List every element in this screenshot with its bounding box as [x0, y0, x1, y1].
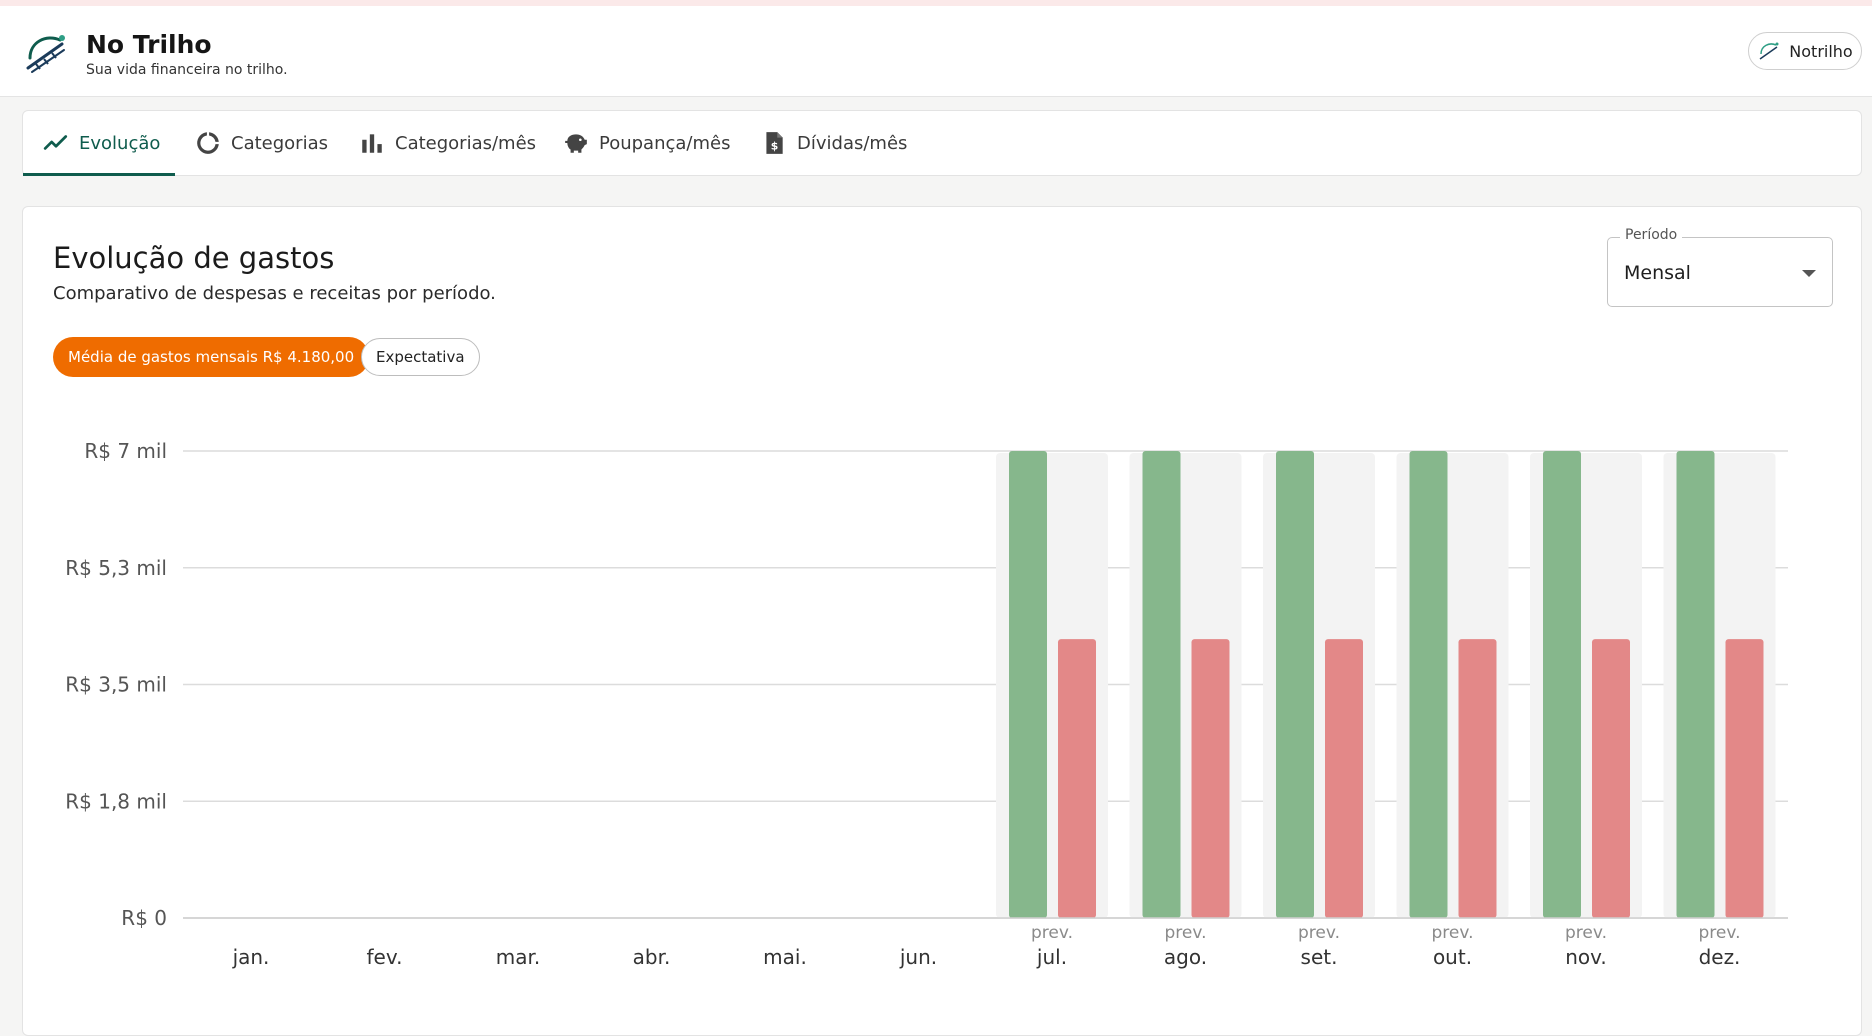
piggy-bank-icon [565, 134, 587, 153]
income-bar [1276, 451, 1314, 918]
forecast-label: prev. [1164, 923, 1206, 943]
income-bar [1409, 451, 1448, 918]
income-bar [1009, 451, 1047, 918]
expense-bar [1458, 639, 1497, 918]
tab-evolucao[interactable]: Evolução [43, 111, 160, 175]
x-tick-label: mai. [763, 945, 807, 969]
income-bar [1676, 451, 1715, 918]
tab-dividas-mes[interactable]: $ Dívidas/mês [761, 111, 907, 175]
user-label: Notrilho [1789, 41, 1853, 61]
expense-bar [1058, 639, 1096, 918]
x-tick-label: mar. [496, 945, 540, 969]
active-tab-indicator [23, 173, 175, 176]
x-tick-label: jun. [899, 945, 937, 969]
tab-poupanca-mes[interactable]: Poupança/mês [563, 111, 730, 175]
tab-label: Categorias/mês [395, 132, 537, 154]
x-tick-label: out. [1433, 945, 1472, 969]
x-tick-label: ago. [1164, 945, 1207, 969]
invoice-icon: $ [766, 132, 783, 154]
expense-bar [1191, 639, 1230, 918]
tab-categorias-mes[interactable]: Categorias/mês [359, 111, 536, 175]
x-tick-label: dez. [1699, 945, 1741, 969]
tab-categorias[interactable]: Categorias [195, 111, 328, 175]
app-subtitle: Sua vida financeira no trilho. [86, 62, 288, 78]
income-bar [1142, 451, 1181, 918]
x-tick-label: fev. [367, 945, 403, 969]
expense-bar [1325, 639, 1363, 918]
expense-bar [1592, 639, 1630, 918]
bar-chart-icon [362, 134, 382, 153]
forecast-label: prev. [1031, 923, 1073, 943]
y-tick-label: R$ 1,8 mil [65, 789, 167, 813]
income-bar [1543, 451, 1581, 918]
tab-label: Poupança/mês [599, 132, 731, 154]
forecast-label: prev. [1431, 923, 1473, 943]
y-tick-label: R$ 5,3 mil [65, 556, 167, 580]
forecast-label: prev. [1698, 923, 1740, 943]
evolution-bar-chart: R$ 0 R$ 1,8 mil R$ 3,5 mil R$ 5,3 mil R$ 7 m… [65, 439, 1788, 969]
app-title: No Trilho [86, 30, 212, 59]
tab-label: Categorias [231, 132, 328, 154]
user-logo-icon [1759, 42, 1779, 60]
x-tick-label: jan. [232, 945, 270, 969]
logo-icon [26, 35, 65, 73]
tab-label: Evolução [79, 132, 161, 154]
app-header: No Trilho Sua vida financeira no trilho.… [0, 6, 1872, 97]
x-tick-label: abr. [633, 945, 671, 969]
trending-up-icon [43, 135, 68, 150]
y-tick-label: R$ 7 mil [84, 439, 167, 463]
evolution-card: Evolução de gastos Comparativo de despes… [22, 206, 1862, 1036]
y-tick-label: R$ 3,5 mil [65, 673, 167, 697]
expense-bar [1725, 639, 1764, 918]
tab-bar: Evolução Categorias Categorias/mês Poupa… [22, 110, 1862, 176]
forecast-label: prev. [1565, 923, 1607, 943]
x-tick-label: set. [1301, 945, 1338, 969]
forecast-label: prev. [1298, 923, 1340, 943]
x-tick-label: jul. [1036, 945, 1067, 969]
tab-label: Dívidas/mês [797, 132, 908, 154]
x-tick-label: nov. [1565, 945, 1607, 969]
donut-icon [197, 132, 219, 154]
svg-text:$: $ [771, 140, 779, 153]
y-tick-label: R$ 0 [121, 906, 167, 930]
user-profile-button[interactable]: Notrilho [1748, 32, 1862, 70]
